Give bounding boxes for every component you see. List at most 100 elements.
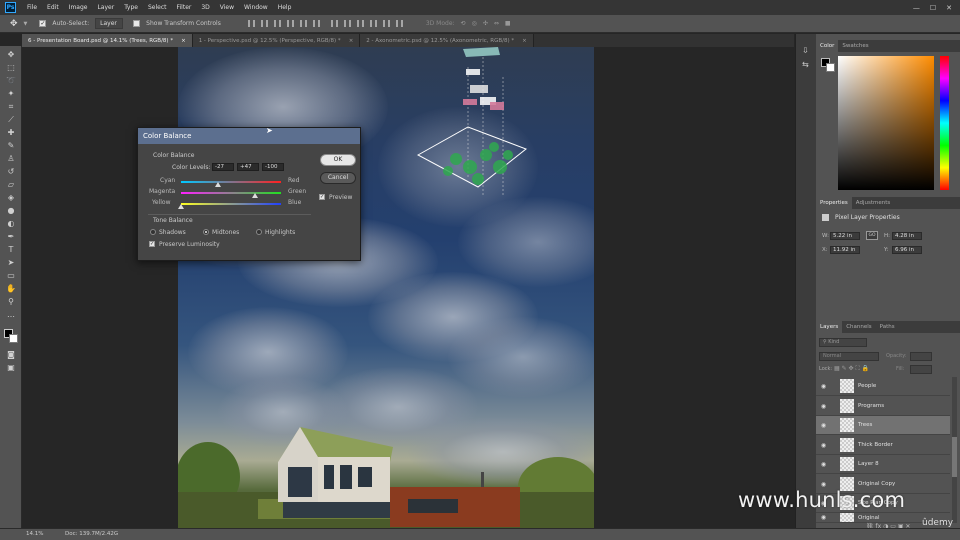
tab-layers[interactable]: Layers <box>816 321 843 333</box>
close-icon[interactable]: × <box>349 38 354 44</box>
menu-window[interactable]: Window <box>239 4 273 11</box>
distribute-bottom-icon[interactable] <box>356 20 364 27</box>
close-icon[interactable]: ✕ <box>946 4 952 12</box>
layers-scrollbar[interactable] <box>952 377 957 523</box>
menu-image[interactable]: Image <box>64 4 93 11</box>
x-field[interactable]: 11.92 in <box>830 246 860 254</box>
cancel-button[interactable]: Cancel <box>320 172 356 184</box>
align-bottom-icon[interactable] <box>273 20 281 27</box>
marquee-tool-icon[interactable]: ⬚ <box>5 62 17 73</box>
tab-adjustments[interactable]: Adjustments <box>852 197 894 209</box>
tab-axonometric[interactable]: 2 - Axonometric.psd @ 12.5% (Axonometric… <box>360 34 534 47</box>
pen-tool-icon[interactable]: ✒ <box>5 231 17 242</box>
auto-select-dropdown[interactable]: Layer <box>95 18 124 29</box>
3d-roll-icon[interactable]: ◎ <box>472 20 477 27</box>
tab-properties[interactable]: Properties <box>816 197 852 209</box>
menu-view[interactable]: View <box>215 4 239 11</box>
magenta-green-thumb[interactable] <box>251 193 258 198</box>
width-field[interactable]: 5.22 in <box>830 232 860 240</box>
canvas-area[interactable] <box>22 47 794 528</box>
distribute-left-icon[interactable] <box>369 20 377 27</box>
eye-icon[interactable]: ◉ <box>816 514 831 521</box>
color-level-yellow-blue-input[interactable]: -100 <box>262 163 284 171</box>
layer-filter-kind[interactable]: ⚲ Kind <box>819 338 867 347</box>
background-color-swatch[interactable] <box>9 334 18 343</box>
layer-row[interactable]: ◉ Layer 8 <box>816 455 950 474</box>
shadows-radio[interactable] <box>150 229 156 235</box>
hue-slider[interactable] <box>940 56 949 190</box>
align-vcenter-icon[interactable] <box>260 20 268 27</box>
hand-tool-icon[interactable]: ✋ <box>5 283 17 294</box>
dialog-title-bar[interactable]: Color Balance <box>138 128 360 144</box>
screen-mode-icon[interactable]: ▣ <box>5 362 17 373</box>
link-dimensions-icon[interactable]: GO <box>866 231 878 240</box>
artboard-image[interactable] <box>178 47 594 528</box>
magic-wand-tool-icon[interactable]: ✦ <box>5 88 17 99</box>
menu-select[interactable]: Select <box>143 4 172 11</box>
close-icon[interactable]: × <box>522 38 527 44</box>
color-picker-field[interactable] <box>838 56 934 190</box>
document-size[interactable]: Doc: 139.7M/2.42G <box>65 531 118 537</box>
color-level-magenta-green-input[interactable]: +47 <box>237 163 259 171</box>
yellow-blue-track[interactable] <box>181 203 281 205</box>
midtones-radio[interactable] <box>203 229 209 235</box>
path-selection-tool-icon[interactable]: ➤ <box>5 257 17 268</box>
3d-rotate-icon[interactable]: ⟲ <box>461 20 466 27</box>
3d-pan-icon[interactable]: ✣ <box>483 20 488 27</box>
layer-row[interactable]: ◉ Thick Border <box>816 436 950 455</box>
tool-preset-chevron-icon[interactable]: ▼ <box>24 21 28 27</box>
clone-stamp-tool-icon[interactable]: ♙ <box>5 153 17 164</box>
distribute-top-icon[interactable] <box>330 20 338 27</box>
eye-icon[interactable]: ◉ <box>816 461 831 468</box>
distribute-hcenter-icon[interactable] <box>382 20 390 27</box>
yellow-blue-thumb[interactable] <box>178 204 184 209</box>
layer-row[interactable]: ◉ People <box>816 377 950 396</box>
paint-bucket-tool-icon[interactable]: ◈ <box>5 192 17 203</box>
healing-brush-tool-icon[interactable]: ✚ <box>5 127 17 138</box>
3d-slide-icon[interactable]: ⇔ <box>494 20 499 27</box>
menu-help[interactable]: Help <box>273 4 297 11</box>
lasso-tool-icon[interactable]: ➰ <box>5 75 17 86</box>
auto-select-checkbox[interactable] <box>39 20 47 27</box>
eraser-tool-icon[interactable]: ▱ <box>5 179 17 190</box>
cyan-red-track[interactable] <box>181 181 281 183</box>
magenta-green-track[interactable] <box>181 192 281 194</box>
properties-panel-icon[interactable]: ⇆ <box>802 60 809 69</box>
blend-mode-dropdown[interactable]: Normal <box>819 352 879 361</box>
yellow-blue-slider[interactable]: Yellow Blue <box>149 199 305 209</box>
brush-tool-icon[interactable]: ✎ <box>5 140 17 151</box>
eye-icon[interactable]: ◉ <box>816 403 831 410</box>
type-tool-icon[interactable]: T <box>5 244 17 255</box>
maximize-icon[interactable]: ☐ <box>930 4 936 12</box>
eye-icon[interactable]: ◉ <box>816 422 831 429</box>
move-tool-icon[interactable]: ✥ <box>5 49 17 60</box>
tab-perspective[interactable]: 1 - Perspective.psd @ 12.5% (Perspective… <box>192 34 361 47</box>
align-right-icon[interactable] <box>312 20 320 27</box>
rectangle-tool-icon[interactable]: ▭ <box>5 270 17 281</box>
magenta-green-slider[interactable]: Magenta Green <box>149 188 306 198</box>
menu-layer[interactable]: Layer <box>92 4 119 11</box>
zoom-tool-icon[interactable]: ⚲ <box>5 296 17 307</box>
cyan-red-slider[interactable]: Cyan Red <box>149 177 305 187</box>
menu-file[interactable]: File <box>22 4 42 11</box>
zoom-level[interactable]: 14.1% <box>26 531 43 537</box>
tab-channels[interactable]: Channels <box>842 321 875 333</box>
minimize-icon[interactable]: — <box>913 4 920 12</box>
cyan-red-thumb[interactable] <box>214 182 221 187</box>
layer-row[interactable]: ◉ Programs <box>816 397 950 416</box>
history-panel-icon[interactable]: ⇩ <box>802 46 809 55</box>
eyedropper-tool-icon[interactable]: ⟋ <box>5 114 17 125</box>
layers-scrollbar-thumb[interactable] <box>952 437 957 477</box>
distribute-right-icon[interactable] <box>395 20 403 27</box>
quick-mask-icon[interactable]: ◙ <box>5 349 17 360</box>
y-field[interactable]: 6.96 in <box>892 246 922 254</box>
opacity-field[interactable] <box>910 352 932 361</box>
eye-icon[interactable]: ◉ <box>816 442 831 449</box>
color-level-cyan-red-input[interactable]: -27 <box>212 163 234 171</box>
tab-paths[interactable]: Paths <box>876 321 899 333</box>
preview-checkbox[interactable] <box>319 194 325 200</box>
tab-color[interactable]: Color <box>816 40 839 52</box>
ok-button[interactable]: OK <box>320 154 356 166</box>
close-icon[interactable]: × <box>181 38 186 44</box>
layer-row-selected[interactable]: ◉ Trees <box>816 416 950 435</box>
